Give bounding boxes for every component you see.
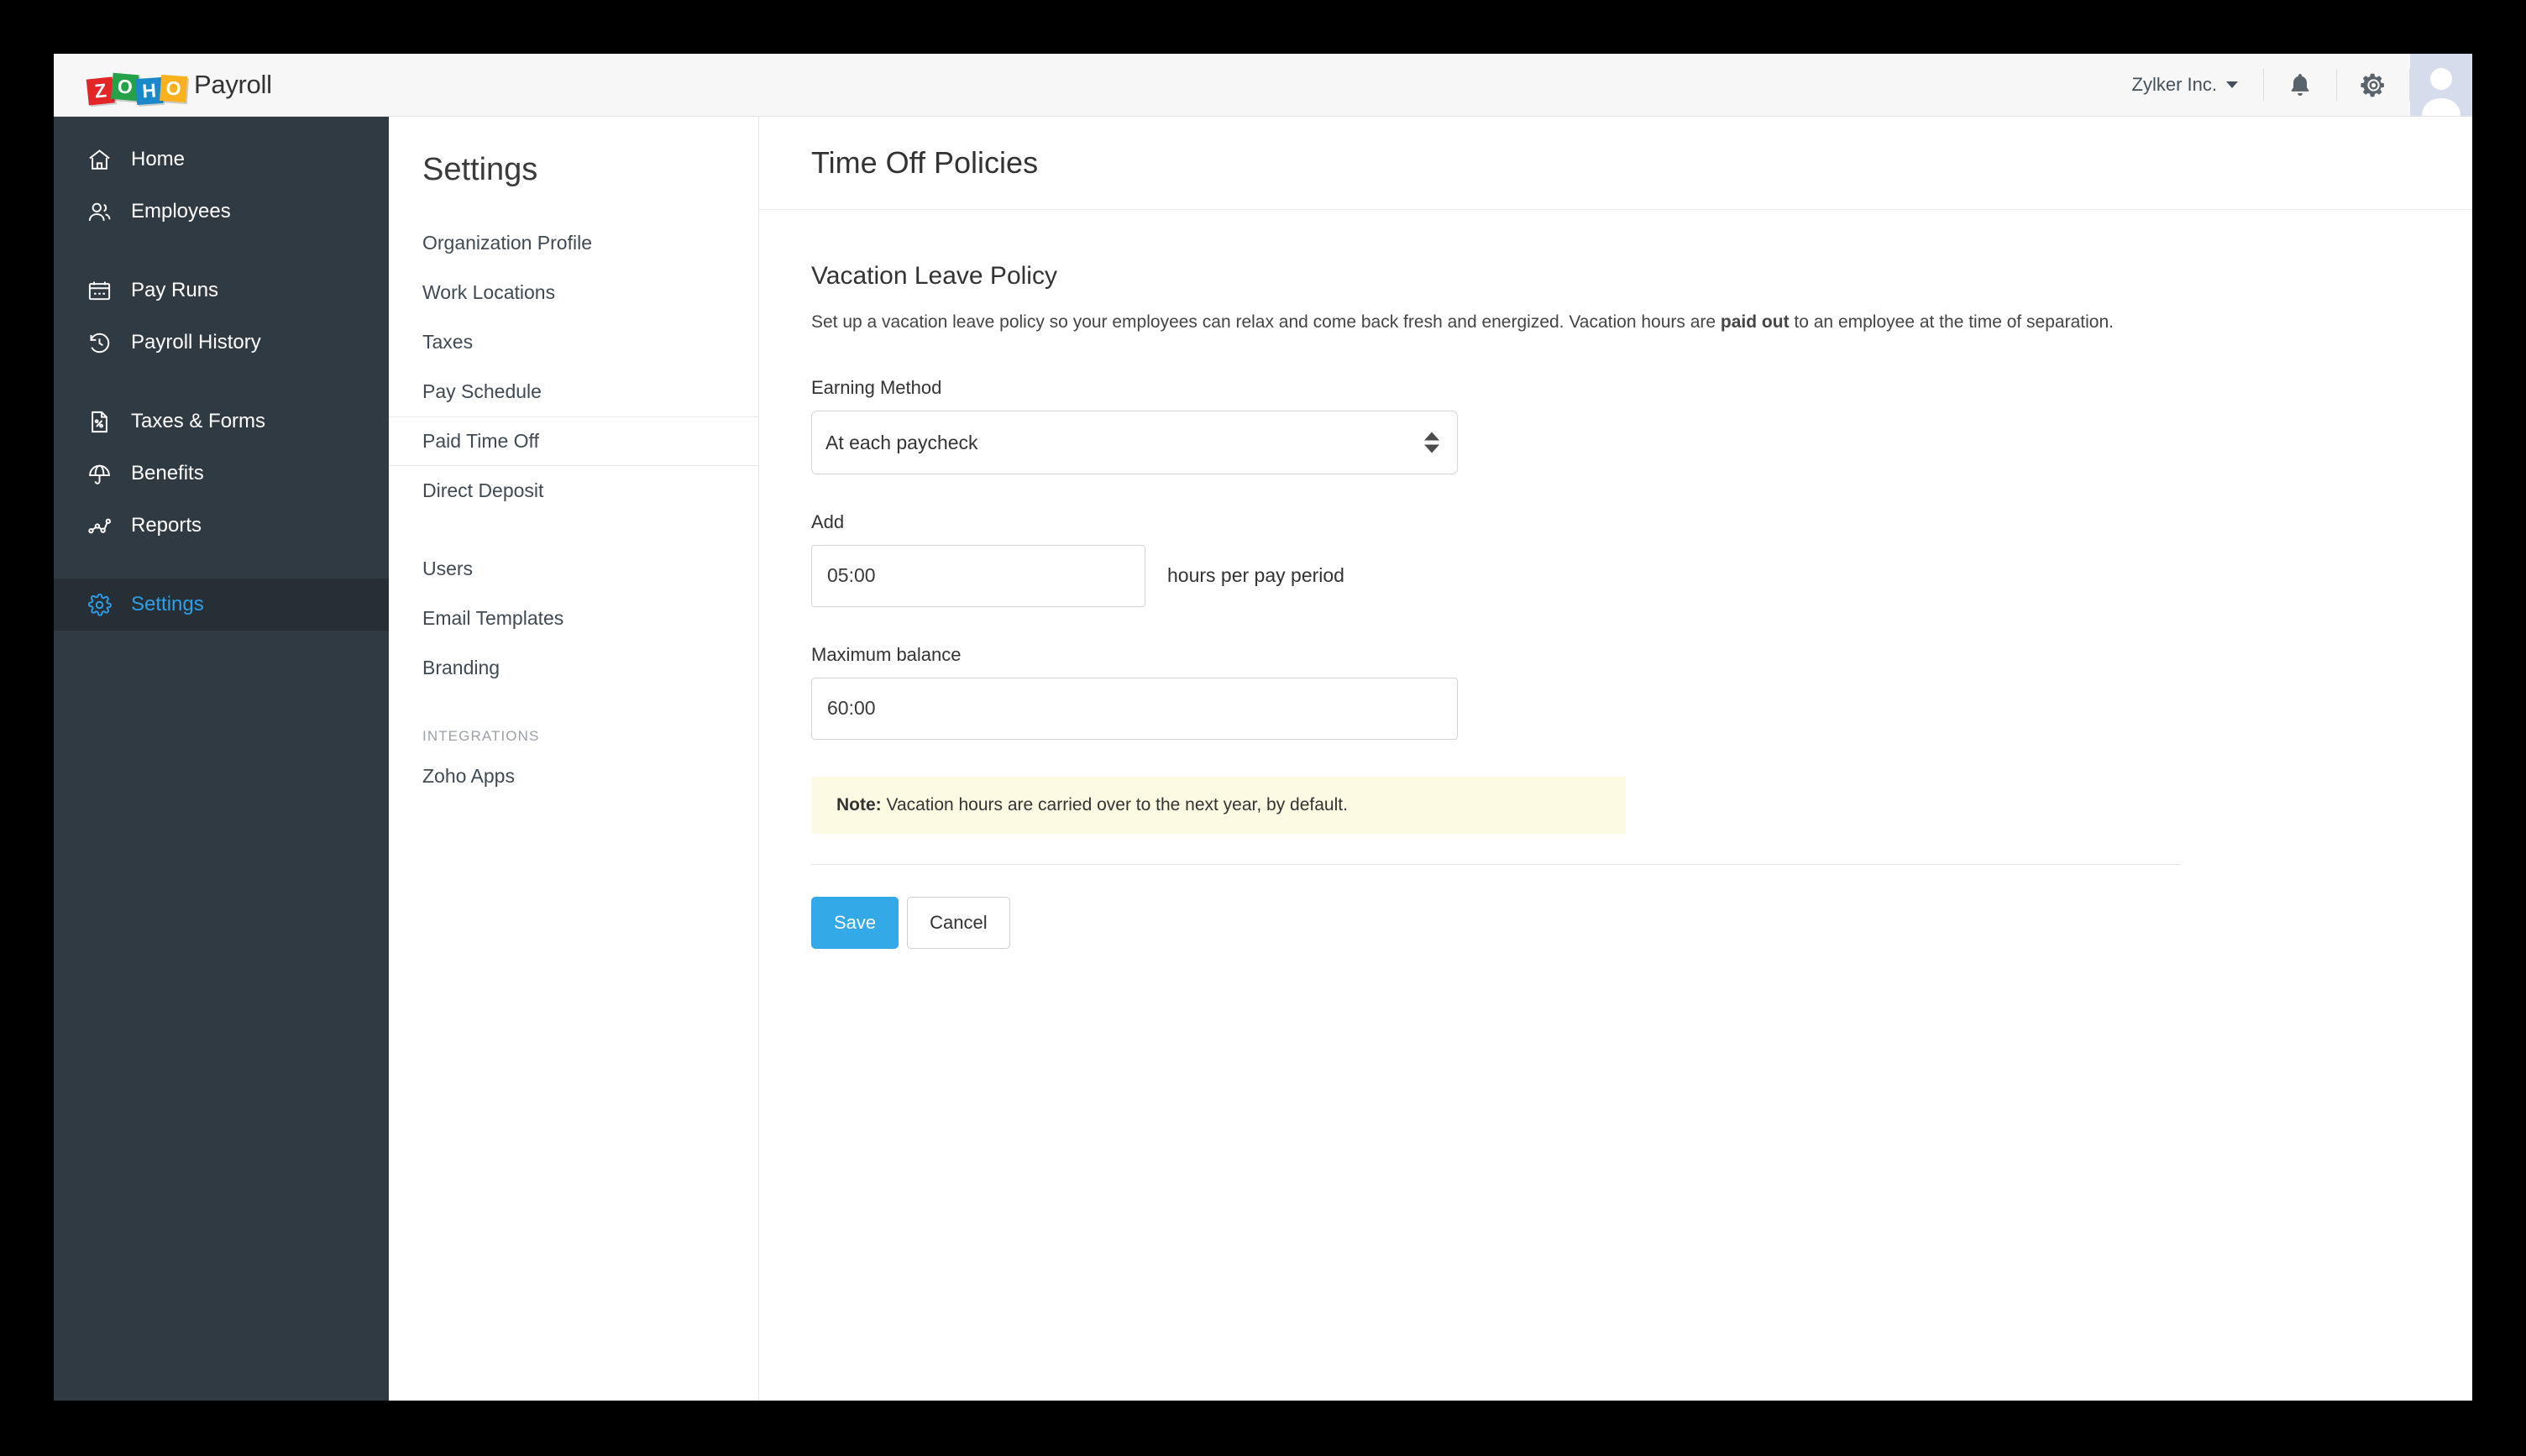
org-name-label: Zylker Inc. — [2132, 74, 2217, 96]
description-part-2: to an employee at the time of separation… — [1790, 312, 2114, 332]
bell-icon — [2288, 71, 2313, 99]
line-chart-icon — [86, 512, 113, 540]
sidebar-spacer — [54, 369, 389, 395]
maximum-balance-field: Maximum balance — [811, 644, 2420, 740]
logo-block-o1: O — [111, 73, 139, 102]
users-icon — [86, 198, 113, 226]
sidebar-item-label: Settings — [131, 593, 204, 616]
product-name: Payroll — [194, 70, 272, 100]
sidebar-item-employees[interactable]: Employees — [54, 186, 389, 238]
main-header: Time Off Policies — [759, 117, 2472, 210]
settings-item-email-templates[interactable]: Email Templates — [389, 594, 758, 643]
note-prefix: Note: — [836, 795, 882, 814]
settings-spacer — [389, 516, 758, 544]
sidebar-item-label: Employees — [131, 200, 231, 223]
section-title: Vacation Leave Policy — [811, 262, 2420, 291]
settings-item-branding[interactable]: Branding — [389, 643, 758, 693]
body-row: Home Employees — [54, 117, 2472, 1401]
settings-gear-button[interactable] — [2337, 54, 2409, 116]
logo-block-h: H — [135, 77, 163, 105]
settings-item-pay-schedule[interactable]: Pay Schedule — [389, 367, 758, 416]
sidebar-item-label: Reports — [131, 514, 202, 537]
gear-icon — [2360, 71, 2387, 99]
org-switcher[interactable]: Zylker Inc. — [2107, 54, 2263, 116]
document-percent-icon — [86, 408, 113, 436]
form-divider — [811, 864, 2180, 865]
brand-logo[interactable]: Z O H O Payroll — [54, 67, 272, 102]
clock-history-icon — [86, 329, 113, 357]
sidebar-spacer — [54, 552, 389, 579]
user-avatar-icon — [2410, 54, 2472, 116]
settings-item-zoho-apps[interactable]: Zoho Apps — [389, 752, 758, 801]
settings-item-work-locations[interactable]: Work Locations — [389, 268, 758, 317]
top-bar-right: Zylker Inc. — [2107, 54, 2472, 116]
earning-method-select[interactable]: At each paycheck — [811, 411, 1458, 474]
calendar-icon — [86, 277, 113, 305]
maximum-balance-input[interactable] — [811, 678, 1458, 740]
settings-item-paid-time-off[interactable]: Paid Time Off — [389, 416, 758, 466]
sidebar-item-label: Home — [131, 148, 185, 171]
settings-menu-panel: Settings Organization Profile Work Locat… — [389, 117, 759, 1401]
avatar[interactable] — [2410, 54, 2472, 116]
sidebar-item-settings[interactable]: Settings — [54, 579, 389, 631]
sidebar-item-payroll-history[interactable]: Payroll History — [54, 317, 389, 369]
cancel-button[interactable]: Cancel — [907, 897, 1009, 949]
logo-block-z: Z — [86, 76, 115, 105]
add-hours-row: hours per pay period — [811, 545, 2420, 607]
note-banner: Note: Vacation hours are carried over to… — [811, 777, 1626, 834]
sidebar-item-pay-runs[interactable]: Pay Runs — [54, 264, 389, 317]
add-hours-field: Add hours per pay period — [811, 511, 2420, 607]
main-content: Vacation Leave Policy Set up a vacation … — [759, 210, 2472, 949]
gear-icon — [86, 591, 113, 619]
page-title: Time Off Policies — [811, 145, 1038, 181]
earning-method-select-wrap: At each paycheck — [811, 411, 1458, 474]
section-description: Set up a vacation leave policy so your e… — [811, 309, 2155, 337]
notifications-button[interactable] — [2264, 54, 2336, 116]
add-hours-suffix-label: hours per pay period — [1167, 564, 1344, 587]
description-bold-paid-out: paid out — [1721, 312, 1790, 332]
sidebar-item-label: Pay Runs — [131, 279, 218, 302]
sidebar-item-label: Benefits — [131, 462, 204, 485]
settings-item-organization-profile[interactable]: Organization Profile — [389, 218, 758, 268]
maximum-balance-label: Maximum balance — [811, 644, 2420, 666]
top-bar: Z O H O Payroll Zylker Inc. — [54, 54, 2472, 117]
form-actions: Save Cancel — [811, 897, 2420, 949]
chevron-down-icon — [2226, 81, 2238, 88]
settings-item-taxes[interactable]: Taxes — [389, 317, 758, 367]
add-hours-input[interactable] — [811, 545, 1145, 607]
home-icon — [86, 146, 113, 174]
sidebar: Home Employees — [54, 117, 389, 1401]
settings-item-users[interactable]: Users — [389, 544, 758, 594]
sidebar-item-label: Taxes & Forms — [131, 410, 265, 433]
sidebar-spacer — [54, 238, 389, 264]
umbrella-icon — [86, 460, 113, 488]
add-hours-label: Add — [811, 511, 2420, 533]
logo-block-o2: O — [160, 75, 187, 102]
sidebar-item-benefits[interactable]: Benefits — [54, 448, 389, 500]
app-window: Z O H O Payroll Zylker Inc. — [54, 54, 2472, 1401]
earning-method-field: Earning Method At each paycheck — [811, 377, 2420, 474]
sidebar-item-reports[interactable]: Reports — [54, 500, 389, 552]
sidebar-item-taxes-forms[interactable]: Taxes & Forms — [54, 395, 389, 448]
main-panel: Time Off Policies Vacation Leave Policy … — [759, 117, 2472, 1401]
note-text: Vacation hours are carried over to the n… — [882, 795, 1348, 814]
save-button[interactable]: Save — [811, 897, 899, 949]
sidebar-item-home[interactable]: Home — [54, 134, 389, 186]
settings-spacer — [389, 693, 758, 721]
description-part-1: Set up a vacation leave policy so your e… — [811, 312, 1721, 332]
settings-section-header-integrations: INTEGRATIONS — [389, 721, 758, 752]
earning-method-label: Earning Method — [811, 377, 2420, 399]
settings-item-direct-deposit[interactable]: Direct Deposit — [389, 466, 758, 516]
sidebar-item-label: Payroll History — [131, 331, 261, 354]
settings-panel-title: Settings — [389, 144, 758, 218]
zoho-logo-icon: Z O H O — [87, 67, 185, 102]
